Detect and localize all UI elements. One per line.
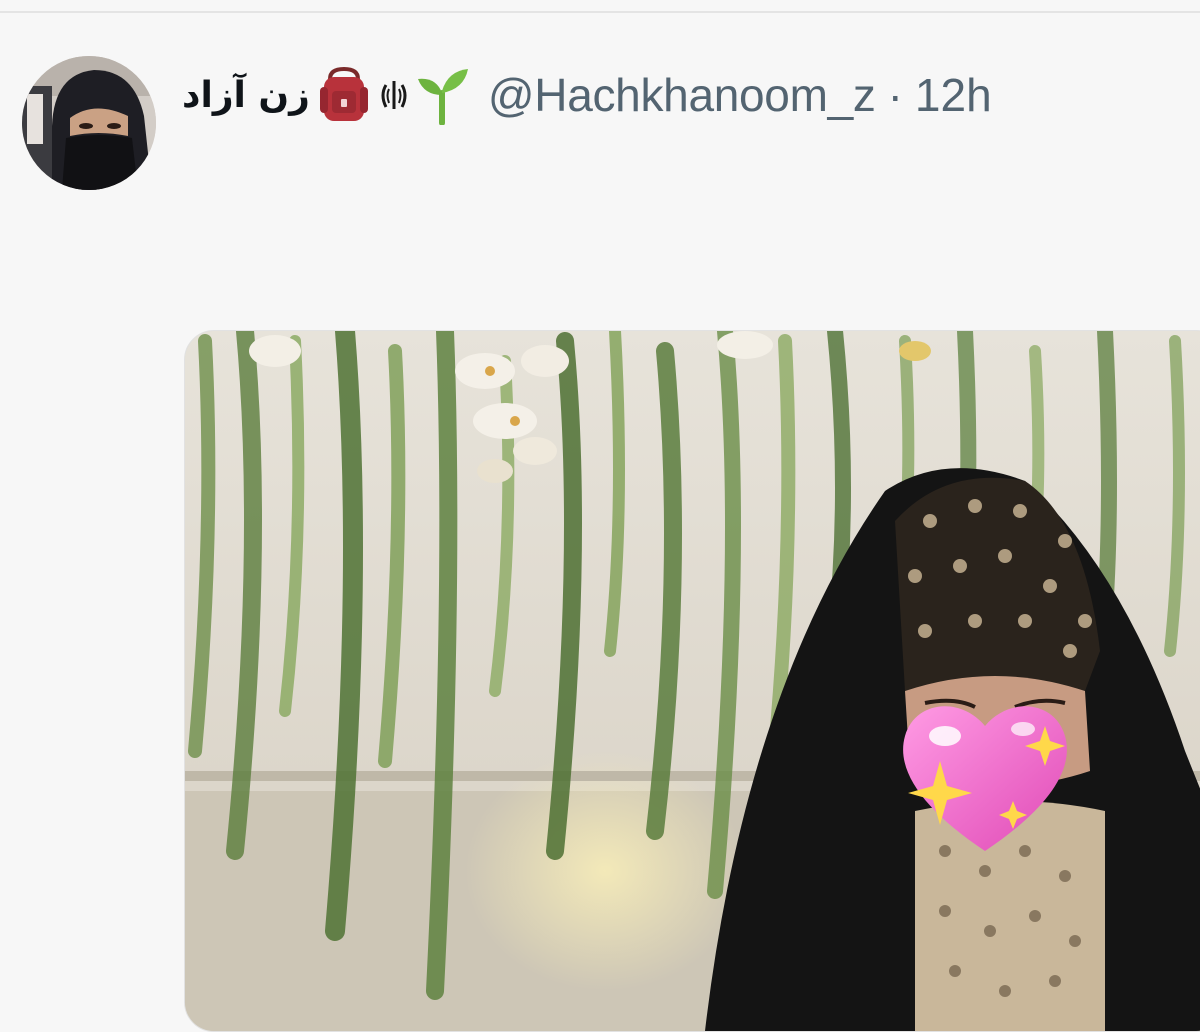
avatar-photo-icon [22, 56, 156, 190]
tweet[interactable]: زن آزاد @Hachkhanoom_z · 12h [0, 13, 1200, 1032]
iran-emblem-emoji-icon [381, 81, 407, 109]
separator-dot: · [887, 69, 903, 121]
author-display-name[interactable]: زن آزاد [182, 75, 310, 116]
tweet-header: زن آزاد @Hachkhanoom_z · 12h [182, 65, 992, 125]
backpack-emoji-icon [319, 66, 368, 121]
seedling-emoji-icon [417, 69, 468, 125]
tweet-timestamp[interactable]: 12h [915, 68, 992, 122]
author-handle[interactable]: @Hachkhanoom_z [488, 68, 876, 122]
avatar[interactable] [22, 56, 156, 190]
display-name-emojis [314, 65, 470, 125]
attached-photo-icon [185, 331, 1200, 1031]
tweet-media[interactable] [184, 330, 1200, 1032]
